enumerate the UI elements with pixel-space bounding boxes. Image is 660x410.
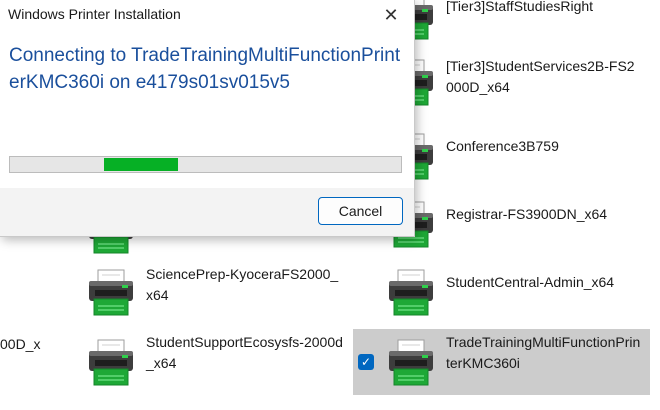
- dialog-title: Windows Printer Installation: [8, 6, 181, 22]
- printer-label: TradeTrainingMultiFunctionPrinterKMC360i: [446, 334, 641, 371]
- selection-checkbox[interactable]: ✓: [358, 354, 374, 370]
- printer-label: Registrar-FS3900DN_x64: [446, 206, 608, 222]
- connecting-message: Connecting to TradeTrainingMultiFunction…: [9, 45, 401, 93]
- dialog-content: Connecting to TradeTrainingMultiFunction…: [0, 30, 414, 188]
- printer-label: StudentSupportEcosysfs-2000d_x64: [146, 334, 343, 371]
- printer-label: [Tier3]StudentServices2B-FS2000D_x64: [446, 58, 635, 95]
- printer-icon: [386, 268, 436, 318]
- progress-bar: [9, 156, 402, 173]
- dialog-footer: Cancel: [0, 188, 414, 236]
- printer-installation-dialog: Windows Printer Installation ✕ Connectin…: [0, 0, 415, 237]
- dialog-titlebar[interactable]: Windows Printer Installation ✕: [0, 0, 414, 30]
- printer-label: [Tier3]StaffStudiesRight: [446, 0, 594, 14]
- printer-label-partial: 00D_x: [0, 336, 41, 352]
- cancel-button[interactable]: Cancel: [318, 197, 403, 225]
- printer-label: StudentCentral-Admin_x64: [446, 274, 615, 290]
- printer-label: Conference3B759: [446, 138, 559, 154]
- printer-icon: [86, 268, 136, 318]
- printer-icon: [386, 338, 436, 388]
- printer-icon: [86, 338, 136, 388]
- printer-label: SciencePrep-KyoceraFS2000_x64: [146, 266, 339, 303]
- close-button[interactable]: ✕: [368, 0, 414, 30]
- progress-fill: [104, 158, 178, 171]
